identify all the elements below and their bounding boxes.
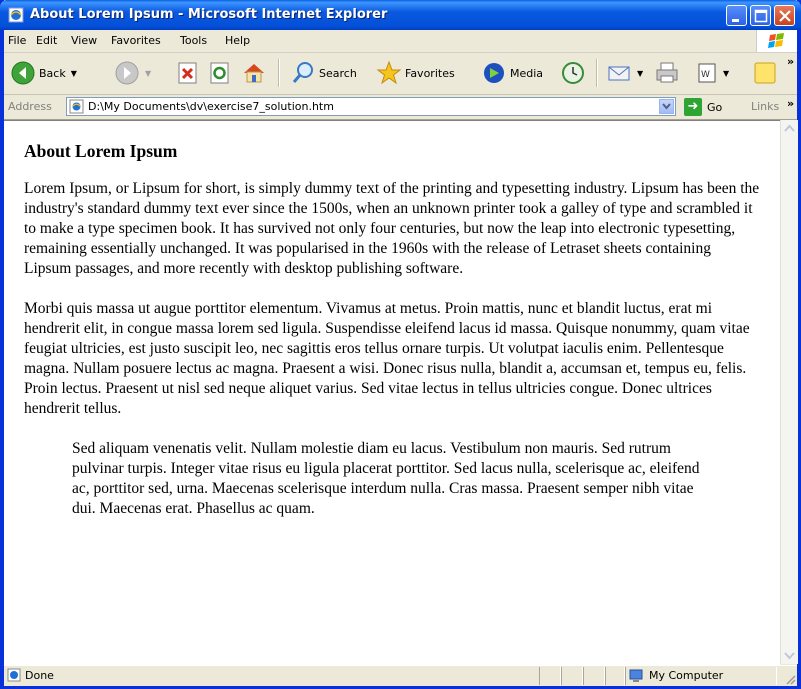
scroll-down-icon — [784, 652, 795, 660]
back-arrow-icon — [11, 61, 35, 85]
address-field[interactable]: D:\My Documents\dv\exercise7_solution.ht… — [66, 97, 676, 116]
search-button[interactable]: Search — [290, 59, 357, 87]
minimize-button[interactable] — [726, 5, 747, 26]
maximize-icon — [754, 9, 768, 23]
go-label: Go — [707, 100, 723, 114]
back-dropdown-icon[interactable]: ▼ — [71, 69, 77, 78]
resize-grip-icon[interactable] — [783, 672, 797, 686]
forward-button[interactable]: ▼ — [114, 59, 151, 87]
blockquote: Sed aliquam venenatis velit. Nullam mole… — [72, 440, 700, 517]
page-content: About Lorem Ipsum Lorem Ipsum, or Lipsum… — [4, 120, 780, 665]
paragraph-2: Morbi quis massa ut augue porttitor elem… — [24, 300, 750, 417]
status-pane — [539, 667, 561, 685]
favorites-button[interactable]: Favorites — [376, 59, 455, 87]
scroll-down-button[interactable] — [781, 647, 798, 664]
browser-window: About Lorem Ipsum - Microsoft Internet E… — [0, 0, 801, 689]
minimize-icon — [732, 19, 739, 22]
menu-edit[interactable]: Edit — [36, 34, 57, 47]
search-label: Search — [319, 66, 357, 80]
paragraph-1: Lorem Ipsum, or Lipsum for short, is sim… — [24, 180, 760, 277]
address-url: D:\My Documents\dv\exercise7_solution.ht… — [88, 100, 334, 113]
close-icon — [779, 10, 791, 22]
maximize-button[interactable] — [750, 5, 771, 26]
mail-icon — [608, 66, 630, 81]
scroll-up-icon — [784, 124, 795, 132]
scroll-up-button[interactable] — [781, 120, 798, 137]
media-label: Media — [510, 66, 544, 80]
address-bar: Address D:\My Documents\dv\exercise7_sol… — [4, 95, 797, 120]
media-icon — [484, 63, 504, 83]
forward-dropdown-icon[interactable]: ▼ — [145, 69, 151, 78]
toolbar-separator — [278, 59, 280, 87]
window-title: About Lorem Ipsum - Microsoft Internet E… — [30, 7, 388, 22]
status-bar: Done My Computer — [4, 665, 797, 686]
home-button[interactable] — [241, 59, 267, 87]
windows-logo — [756, 30, 797, 52]
windows-flag-icon — [768, 33, 784, 48]
mail-button[interactable]: ▼ — [606, 59, 643, 87]
refresh-button[interactable] — [209, 59, 231, 87]
standard-toolbar: Back ▼ ▼ Search Favorites Media ▼ W ▼ » — [4, 53, 797, 95]
home-icon — [244, 64, 264, 83]
chevron-down-icon — [662, 103, 671, 110]
back-label: Back — [39, 66, 66, 80]
menu-tools[interactable]: Tools — [180, 34, 207, 47]
menu-view[interactable]: View — [71, 34, 97, 47]
forward-arrow-icon — [115, 61, 139, 85]
status-pane — [583, 667, 605, 685]
stop-button[interactable] — [177, 59, 199, 87]
favorites-label: Favorites — [405, 66, 455, 80]
my-computer-icon — [629, 669, 643, 682]
refresh-icon — [210, 62, 229, 84]
edit-button[interactable]: W ▼ — [696, 59, 729, 87]
svg-text:W: W — [701, 70, 710, 80]
word-document-icon: W — [698, 63, 716, 83]
toolbar-separator — [596, 59, 598, 87]
edit-dropdown-icon[interactable]: ▼ — [723, 69, 729, 78]
links-overflow-chevron[interactable]: » — [787, 97, 794, 110]
print-button[interactable] — [654, 59, 680, 87]
back-button[interactable]: Back ▼ — [10, 59, 77, 87]
go-button[interactable]: ➜ Go — [684, 98, 722, 116]
history-icon — [562, 62, 584, 84]
address-dropdown-button[interactable] — [659, 99, 674, 114]
page-heading: About Lorem Ipsum — [24, 141, 178, 161]
media-button[interactable]: Media — [481, 59, 543, 87]
sticky-note-icon — [754, 62, 776, 84]
history-button[interactable] — [560, 59, 586, 87]
menu-help[interactable]: Help — [225, 34, 250, 47]
vertical-scrollbar[interactable] — [780, 120, 798, 664]
favorites-star-icon — [376, 60, 402, 85]
toolbar-overflow-chevron[interactable]: » — [787, 55, 794, 68]
menu-favorites[interactable]: Favorites — [111, 34, 161, 47]
mail-dropdown-icon[interactable]: ▼ — [637, 69, 643, 78]
menu-bar: File Edit View Favorites Tools Help — [4, 30, 797, 53]
status-text: Done — [25, 669, 54, 682]
ie-icon — [8, 7, 24, 23]
ie-page-icon — [7, 668, 21, 682]
status-pane — [561, 667, 583, 685]
status-pane — [605, 667, 625, 685]
printer-icon — [656, 62, 678, 83]
discuss-button[interactable] — [752, 59, 778, 87]
address-label: Address — [8, 100, 52, 113]
links-label[interactable]: Links — [751, 100, 779, 113]
page-icon — [69, 99, 84, 114]
menu-file[interactable]: File — [8, 34, 26, 47]
search-icon — [292, 62, 313, 83]
go-arrow-icon: ➜ — [684, 98, 702, 116]
stop-icon — [178, 62, 197, 84]
close-button[interactable] — [774, 5, 795, 26]
zone-label: My Computer — [649, 669, 724, 682]
title-bar[interactable]: About Lorem Ipsum - Microsoft Internet E… — [0, 0, 801, 30]
